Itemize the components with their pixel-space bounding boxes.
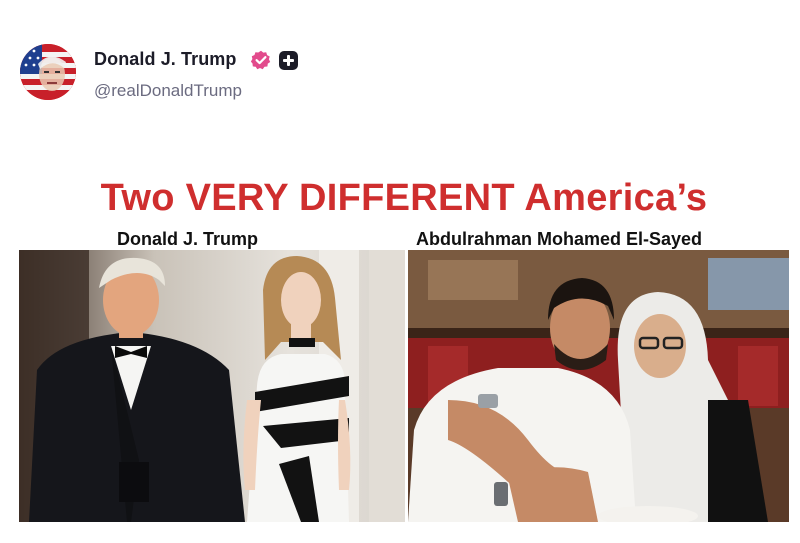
author-handle[interactable]: @realDonaldTrump [94, 81, 242, 101]
left-photo-caption: Donald J. Trump [117, 229, 259, 249]
post-image[interactable]: Two VERY DIFFERENT America’s Donald J. T… [19, 168, 789, 524]
avatar-image [20, 44, 76, 100]
avatar[interactable] [20, 44, 76, 100]
verified-badge-icon [251, 50, 271, 70]
author-name[interactable]: Donald J. Trump [94, 49, 237, 70]
meme-headline: Two VERY DIFFERENT America’s [100, 177, 708, 219]
plus-icon[interactable] [279, 51, 298, 70]
right-photo-caption: Abdulrahman Mohamed El-Sayed [416, 229, 703, 249]
right-photo [408, 250, 789, 522]
left-photo [19, 250, 405, 522]
post-header: Donald J. Trump @realDonaldTrump [0, 0, 800, 120]
